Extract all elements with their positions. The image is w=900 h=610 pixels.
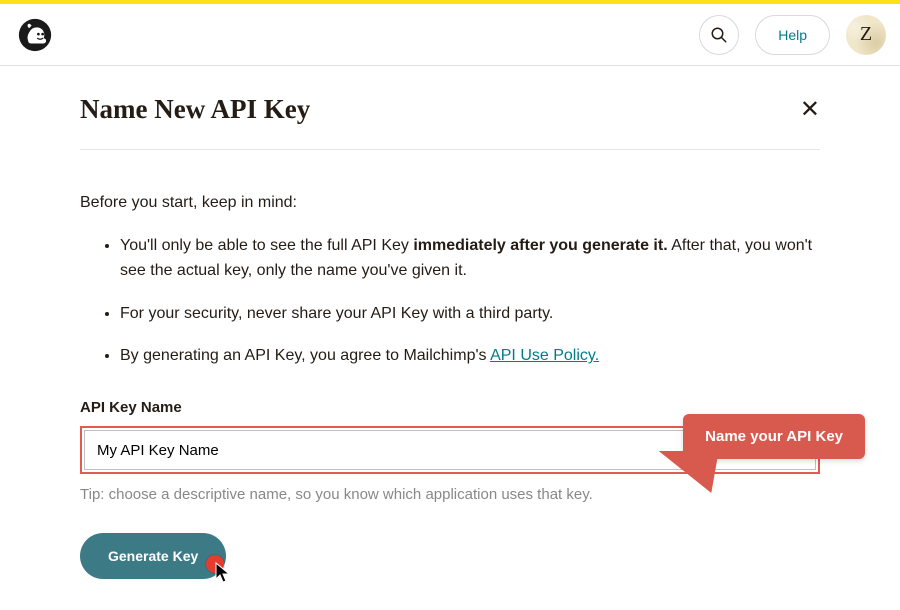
page-title: Name New API Key [80,94,310,125]
callout-tail [651,451,718,493]
app-header: Help Z [0,4,900,66]
mailchimp-logo[interactable] [18,18,52,52]
annotation-click-marker [206,555,224,573]
info-list: You'll only be able to see the full API … [80,234,820,369]
search-button[interactable] [699,15,739,55]
avatar-letter: Z [860,23,872,46]
list-item: For your security, never share your API … [120,302,820,327]
list-item: By generating an API Key, you agree to M… [120,344,820,369]
bullet-text: You'll only be able to see the full API … [120,237,413,254]
freddie-icon [18,18,52,52]
generate-key-label: Generate Key [108,548,198,564]
page-header: Name New API Key ✕ [80,66,820,150]
bullet-text: By generating an API Key, you agree to M… [120,347,490,364]
page-content: Before you start, keep in mind: You'll o… [80,150,820,579]
header-actions: Help Z [699,15,886,55]
generate-key-button[interactable]: Generate Key [80,533,226,579]
avatar[interactable]: Z [846,15,886,55]
intro-text: Before you start, keep in mind: [80,194,820,212]
bullet-text-bold: immediately after you generate it. [413,237,667,254]
callout-text: Name your API Key [705,428,843,445]
close-icon[interactable]: ✕ [800,98,820,122]
search-icon [710,26,728,44]
page-body: Name New API Key ✕ Before you start, kee… [0,66,900,579]
help-button[interactable]: Help [755,15,830,55]
api-use-policy-link[interactable]: API Use Policy. [490,347,599,364]
annotation-callout: Name your API Key [683,414,865,459]
help-label: Help [778,27,807,43]
list-item: You'll only be able to see the full API … [120,234,820,284]
